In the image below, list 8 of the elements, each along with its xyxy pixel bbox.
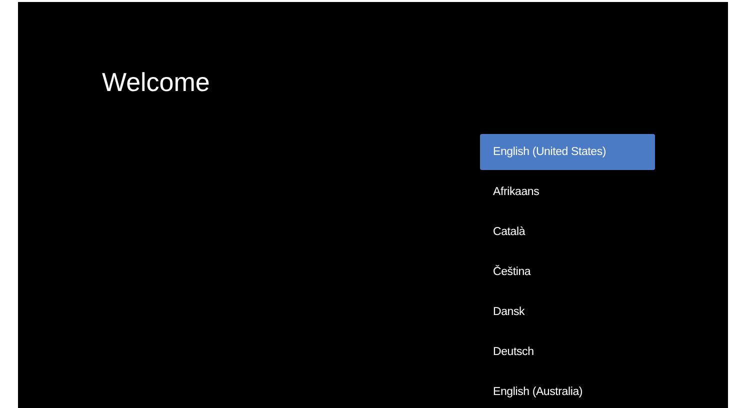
welcome-title: Welcome [102, 67, 210, 97]
language-option[interactable]: English (United States) [480, 134, 655, 170]
language-option[interactable]: Català [480, 214, 655, 250]
language-option[interactable]: English (Australia) [480, 374, 655, 408]
language-option[interactable]: Afrikaans [480, 174, 655, 210]
language-option[interactable]: Deutsch [480, 334, 655, 370]
language-option[interactable]: Čeština [480, 254, 655, 290]
language-option[interactable]: Dansk [480, 294, 655, 330]
